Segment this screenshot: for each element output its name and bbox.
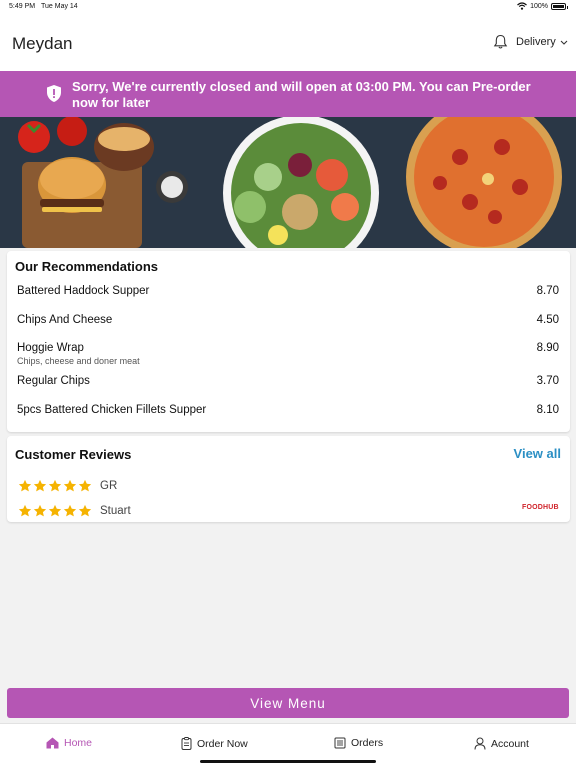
review-row[interactable]: Stuart [18,503,131,519]
view-all-link[interactable]: View all [514,446,561,461]
status-indicators: 100% [517,2,568,10]
battery-percent: 100% [530,2,548,10]
wifi-icon [517,2,527,10]
closed-banner: Sorry, We're currently closed and will o… [0,71,576,117]
app-header: Meydan Delivery [0,14,576,71]
star-rating [18,479,92,493]
item-price: 4.50 [536,314,559,326]
tab-account[interactable]: Account [474,737,529,750]
star-icon [48,504,62,517]
status-date: Tue May 14 [41,3,78,10]
item-price: 8.10 [536,404,559,416]
star-icon [18,504,32,517]
status-bar: 5:49 PM Tue May 14 100% [0,0,576,14]
star-icon [48,479,62,492]
item-name: Regular Chips [17,375,90,387]
item-price: 8.90 [536,342,559,354]
star-icon [78,479,92,492]
hero-illustration [0,117,576,248]
foodhub-logo: FOODHUB [522,504,559,511]
item-price: 8.70 [536,285,559,297]
star-rating [18,504,92,518]
item-name: Chips And Cheese [17,314,113,326]
item-name: Battered Haddock Supper [17,285,150,297]
reviews-title: Customer Reviews [15,447,132,462]
account-icon [474,737,486,750]
restaurant-title: Meydan [12,34,73,53]
order-type-dropdown[interactable]: Delivery [516,36,568,48]
item-description: Chips, cheese and doner meat [17,356,140,366]
item-name: 5pcs Battered Chicken Fillets Supper [17,404,207,416]
tab-orders[interactable]: Orders [334,737,383,749]
home-icon [46,737,59,749]
reviews-card: Customer Reviews View all GR Stuart FOOD… [7,436,570,522]
order-now-icon [181,737,192,750]
view-menu-button[interactable]: View Menu [7,688,569,718]
review-row[interactable]: GR [18,478,117,494]
orders-icon [334,737,346,749]
battery-icon [551,2,568,10]
tab-label: Orders [351,737,384,749]
item-name: Hoggie Wrap [17,342,84,354]
recommendations-card: Our Recommendations Battered Haddock Sup… [7,251,570,432]
bell-icon[interactable] [493,34,508,50]
tab-home[interactable]: Home [46,737,92,749]
status-time: 5:49 PM [9,3,36,10]
reviewer-name: GR [100,480,118,492]
item-price: 3.70 [536,375,559,387]
shield-alert-icon [47,85,61,102]
order-type-label: Delivery [516,36,556,48]
star-icon [33,479,47,492]
hero-food-image [0,117,576,248]
chevron-down-icon [560,40,568,45]
star-icon [78,504,92,517]
recommendations-title: Our Recommendations [15,259,159,274]
star-icon [33,504,47,517]
tab-label: Order Now [197,737,248,750]
reviewer-name: Stuart [100,505,131,517]
tab-order-now[interactable]: Order Now [181,737,248,750]
closed-message: Sorry, We're currently closed and will o… [72,79,531,110]
star-icon [63,504,77,517]
star-icon [63,479,77,492]
tab-label: Home [64,737,93,749]
star-icon [18,479,32,492]
tab-label: Account [491,737,529,750]
home-indicator [200,760,376,763]
